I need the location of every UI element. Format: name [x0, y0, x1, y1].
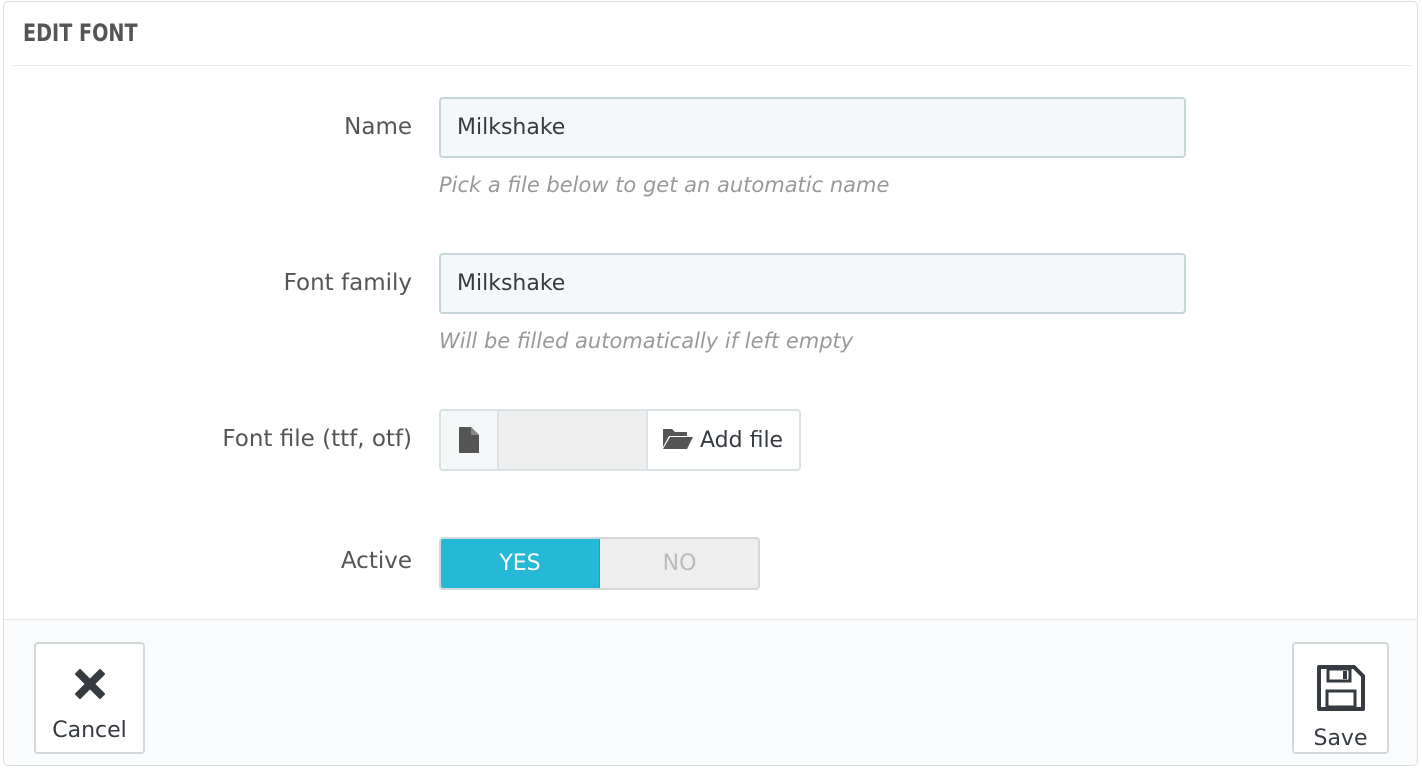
cancel-label: Cancel — [52, 718, 127, 743]
save-button[interactable]: Save — [1292, 642, 1389, 754]
edit-font-panel: EDIT FONT Name Pick a file below to get … — [3, 1, 1418, 766]
cancel-button[interactable]: Cancel — [34, 642, 145, 754]
active-yes-option[interactable]: YES — [441, 539, 600, 588]
font-file-upload: Add file — [439, 409, 801, 471]
font-family-label: Font family — [283, 270, 412, 296]
folder-open-icon — [662, 426, 694, 454]
active-no-option[interactable]: NO — [601, 539, 758, 588]
file-icon — [441, 411, 499, 469]
save-icon — [1316, 644, 1366, 716]
file-name-field[interactable] — [499, 411, 648, 469]
close-icon — [70, 644, 110, 708]
active-label: Active — [340, 548, 412, 574]
add-file-button[interactable]: Add file — [648, 411, 799, 469]
name-input[interactable] — [439, 97, 1186, 158]
panel-header: EDIT FONT — [12, 2, 1411, 66]
add-file-label: Add file — [700, 427, 784, 453]
name-label: Name — [344, 114, 412, 140]
font-family-help-text: Will be filled automatically if left emp… — [439, 329, 854, 353]
active-switch: YES NO — [439, 537, 760, 590]
font-family-input[interactable] — [439, 253, 1186, 314]
save-label: Save — [1313, 726, 1368, 751]
font-file-label: Font file (ttf, otf) — [222, 426, 412, 452]
panel-footer: Cancel Save — [4, 619, 1417, 765]
name-help-text: Pick a file below to get an automatic na… — [439, 173, 890, 197]
panel-title: EDIT FONT — [23, 19, 138, 47]
